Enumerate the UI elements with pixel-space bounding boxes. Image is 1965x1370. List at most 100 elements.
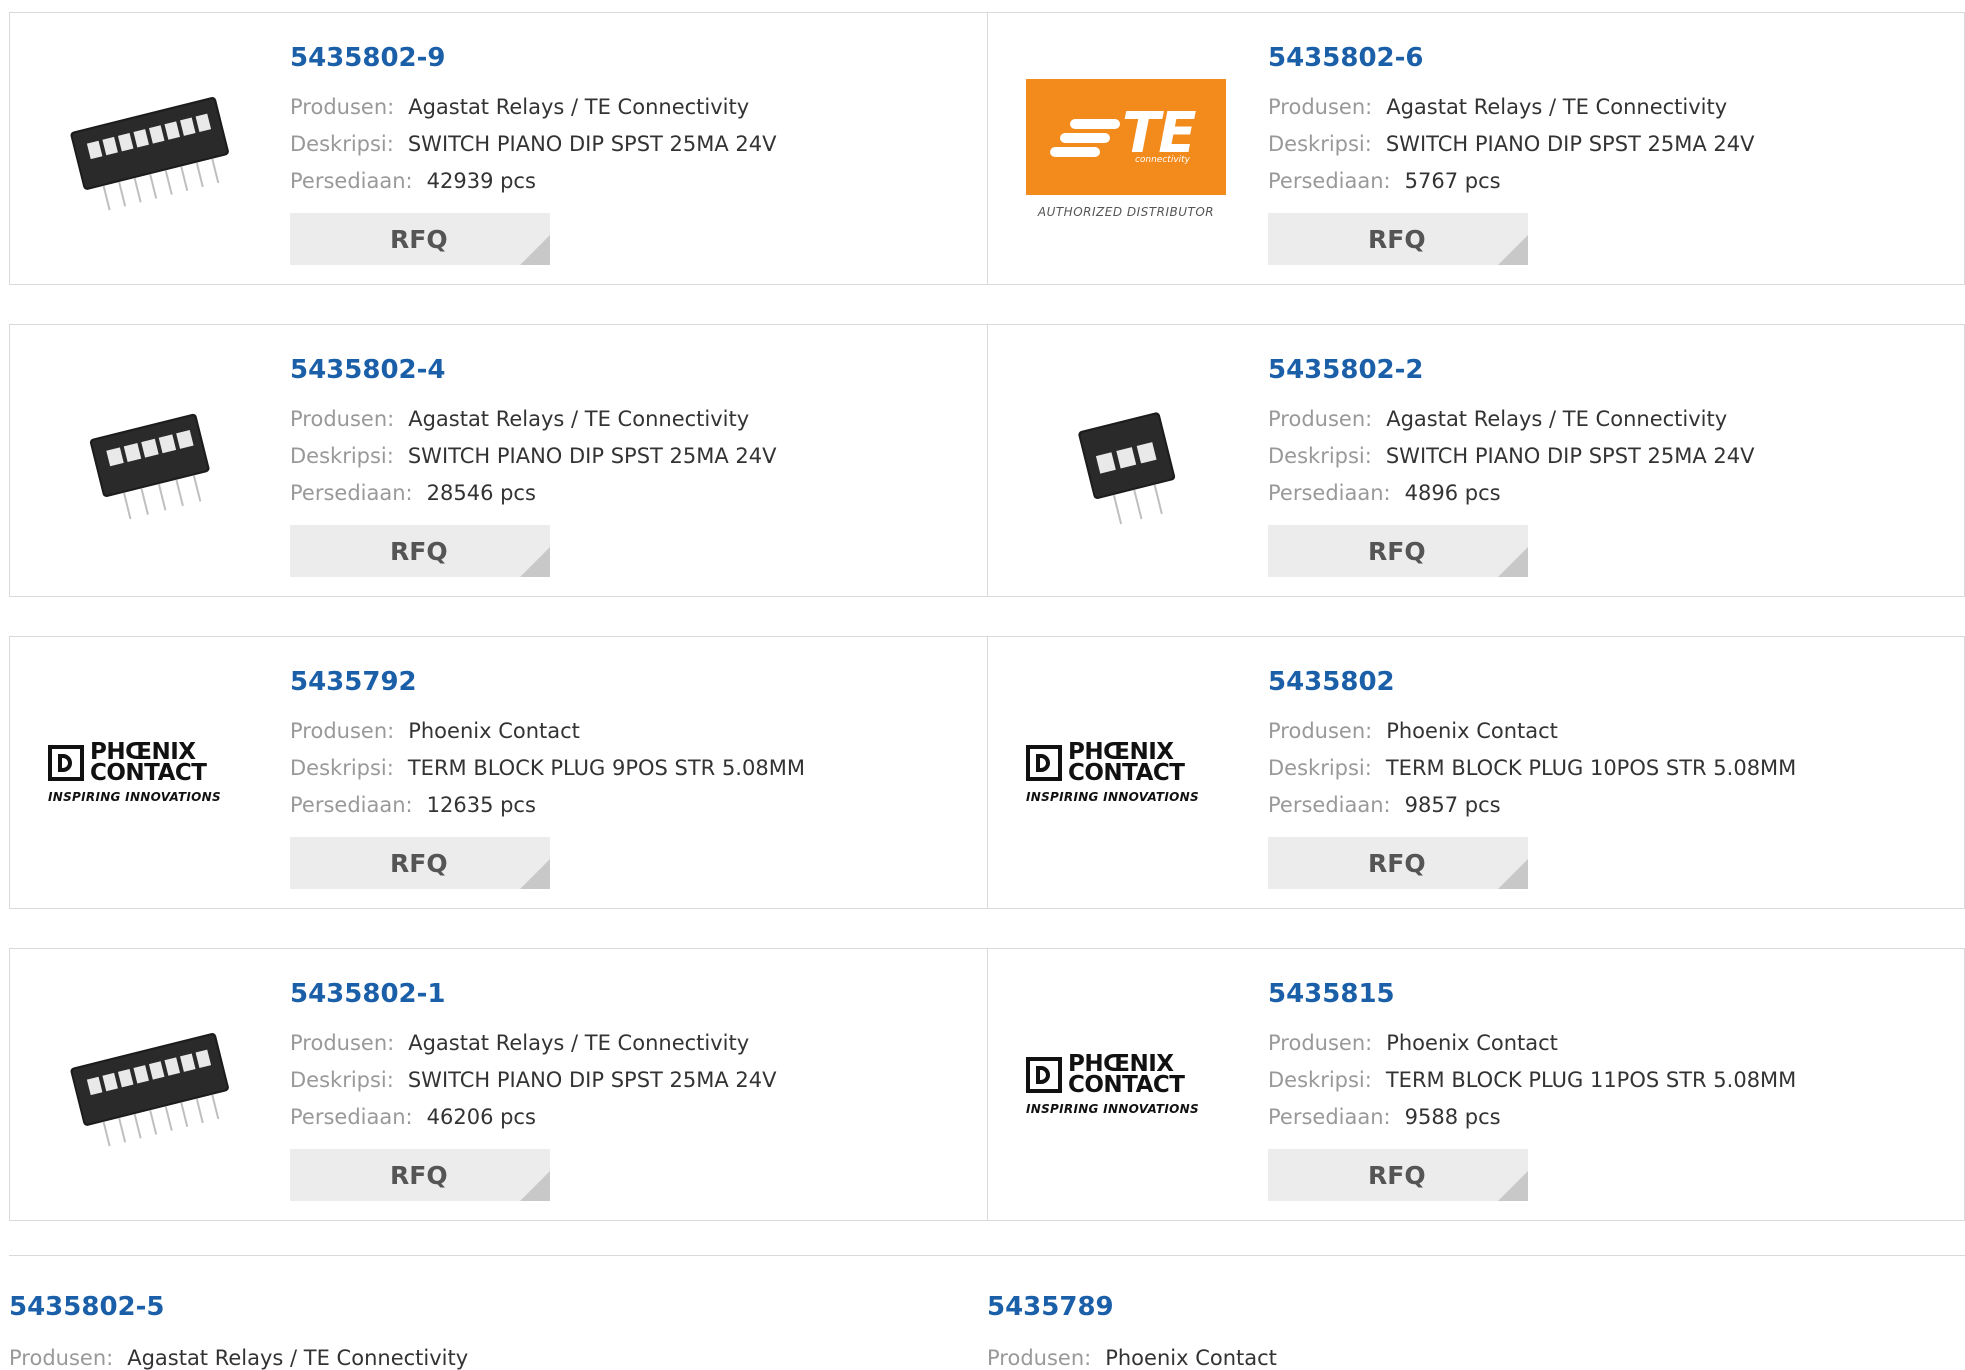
te-connectivity-logo: TE connectivity [1026,79,1226,195]
stock-label: Persediaan: [1268,1105,1391,1129]
product-card: 5435802-9 Produsen: Agastat Relays / TE C… [10,13,987,284]
rfq-button[interactable]: RFQ [290,1149,550,1201]
phoenix-contact-logo: PHŒNIX CONTACT INSPIRING INNOVATIONS [1026,739,1199,804]
manufacturer-label: Produsen: [290,407,395,431]
part-number-link[interactable]: 5435802-6 [1268,43,1424,73]
manufacturer-value: Agastat Relays / TE Connectivity [127,1346,469,1370]
description-value: TERM BLOCK PLUG 10POS STR 5.08MM [1385,756,1797,780]
manufacturer-value: Agastat Relays / TE Connectivity [408,407,750,431]
product-image-dip-switch[interactable] [48,381,248,541]
description-value: SWITCH PIANO DIP SPST 25MA 24V [407,132,777,156]
product-row: 5435802-4 Produsen: Agastat Relays / TE C… [9,324,1965,597]
description-value: SWITCH PIANO DIP SPST 25MA 24V [1385,444,1755,468]
description-value: SWITCH PIANO DIP SPST 25MA 24V [407,444,777,468]
manufacturer-label: Produsen: [9,1346,114,1370]
part-number-link[interactable]: 5435789 [987,1292,1114,1322]
authorized-distributor-caption: AUTHORIZED DISTRIBUTOR [1037,205,1215,219]
product-card: 5435802-1 Produsen: Agastat Relays / TE C… [10,949,987,1220]
description-label: Deskripsi: [290,756,394,780]
product-card: PHŒNIX CONTACT INSPIRING INNOVATIONS 5435… [987,637,1964,908]
phoenix-mark-icon [48,745,84,781]
manufacturer-label: Produsen: [1268,407,1373,431]
description-value: TERM BLOCK PLUG 11POS STR 5.08MM [1385,1068,1797,1092]
manufacturer-value: Agastat Relays / TE Connectivity [1386,407,1728,431]
manufacturer-value: Phoenix Contact [408,719,580,743]
stock-value: 46206 pcs [426,1105,536,1129]
manufacturer-value: Agastat Relays / TE Connectivity [408,1031,750,1055]
part-number-link[interactable]: 5435802-4 [290,355,446,385]
description-label: Deskripsi: [290,132,394,156]
rfq-button[interactable]: RFQ [1268,1149,1528,1201]
stock-label: Persediaan: [290,481,413,505]
phoenix-mark-icon [1026,1057,1062,1093]
rfq-button[interactable]: RFQ [1268,213,1528,265]
stock-value: 12635 pcs [426,793,536,817]
product-card: 5435789 Produsen: Phoenix Contact [987,1256,1965,1370]
phoenix-mark-icon [1026,745,1062,781]
part-number-link[interactable]: 5435802-5 [9,1292,165,1322]
stock-label: Persediaan: [1268,793,1391,817]
product-image-phoenix-logo[interactable]: PHŒNIX CONTACT INSPIRING INNOVATIONS [1026,1005,1226,1165]
stock-label: Persediaan: [290,1105,413,1129]
rfq-button[interactable]: RFQ [290,837,550,889]
rfq-button[interactable]: RFQ [1268,525,1528,577]
stock-value: 28546 pcs [426,481,536,505]
product-card: 5435802-5 Produsen: Agastat Relays / TE C… [9,1256,987,1370]
product-card: 5435802-2 Produsen: Agastat Relays / TE C… [987,325,1964,596]
manufacturer-label: Produsen: [1268,1031,1373,1055]
manufacturer-value: Phoenix Contact [1386,719,1558,743]
stock-label: Persediaan: [290,169,413,193]
product-row: 5435802-9 Produsen: Agastat Relays / TE C… [9,12,1965,285]
product-row: 5435802-1 Produsen: Agastat Relays / TE C… [9,948,1965,1221]
phoenix-contact-logo: PHŒNIX CONTACT INSPIRING INNOVATIONS [48,739,221,804]
part-number-link[interactable]: 5435802-9 [290,43,446,73]
manufacturer-label: Produsen: [290,719,395,743]
part-number-link[interactable]: 5435792 [290,667,417,697]
description-label: Deskripsi: [1268,132,1372,156]
product-row: PHŒNIX CONTACT INSPIRING INNOVATIONS 5435… [9,636,1965,909]
description-label: Deskripsi: [1268,444,1372,468]
stock-value: 9857 pcs [1404,793,1501,817]
rfq-button[interactable]: RFQ [290,213,550,265]
product-image-phoenix-logo[interactable]: PHŒNIX CONTACT INSPIRING INNOVATIONS [1026,693,1226,853]
product-image-te-logo[interactable]: TE connectivity AUTHORIZED DISTRIBUTOR [1026,69,1226,229]
description-label: Deskripsi: [290,1068,394,1092]
product-image-dip-switch[interactable] [48,69,248,229]
phoenix-contact-logo: PHŒNIX CONTACT INSPIRING INNOVATIONS [1026,1051,1199,1116]
description-label: Deskripsi: [1268,756,1372,780]
product-image-dip-switch[interactable] [1026,381,1226,541]
stock-value: 5767 pcs [1404,169,1501,193]
manufacturer-label: Produsen: [290,1031,395,1055]
manufacturer-label: Produsen: [1268,719,1373,743]
description-label: Deskripsi: [1268,1068,1372,1092]
manufacturer-label: Produsen: [1268,95,1373,119]
product-image-phoenix-logo[interactable]: PHŒNIX CONTACT INSPIRING INNOVATIONS [48,693,248,853]
description-label: Deskripsi: [290,444,394,468]
part-number-link[interactable]: 5435802 [1268,667,1395,697]
description-value: SWITCH PIANO DIP SPST 25MA 24V [1385,132,1755,156]
manufacturer-label: Produsen: [987,1346,1092,1370]
stock-value: 4896 pcs [1404,481,1501,505]
manufacturer-value: Phoenix Contact [1105,1346,1277,1370]
product-card: PHŒNIX CONTACT INSPIRING INNOVATIONS 5435… [987,949,1964,1220]
part-number-link[interactable]: 5435802-1 [290,979,446,1009]
product-row: 5435802-5 Produsen: Agastat Relays / TE C… [9,1255,1965,1370]
description-value: SWITCH PIANO DIP SPST 25MA 24V [407,1068,777,1092]
stock-label: Persediaan: [1268,481,1391,505]
stock-value: 9588 pcs [1404,1105,1501,1129]
part-number-link[interactable]: 5435815 [1268,979,1395,1009]
rfq-button[interactable]: RFQ [290,525,550,577]
part-number-link[interactable]: 5435802-2 [1268,355,1424,385]
stock-label: Persediaan: [1268,169,1391,193]
rfq-button[interactable]: RFQ [1268,837,1528,889]
product-card: PHŒNIX CONTACT INSPIRING INNOVATIONS 5435… [10,637,987,908]
manufacturer-value: Agastat Relays / TE Connectivity [408,95,750,119]
product-card: TE connectivity AUTHORIZED DISTRIBUTOR 5… [987,13,1964,284]
manufacturer-value: Agastat Relays / TE Connectivity [1386,95,1728,119]
description-value: TERM BLOCK PLUG 9POS STR 5.08MM [407,756,805,780]
product-image-dip-switch[interactable] [48,1005,248,1165]
manufacturer-value: Phoenix Contact [1386,1031,1558,1055]
stock-label: Persediaan: [290,793,413,817]
stock-value: 42939 pcs [426,169,536,193]
product-card: 5435802-4 Produsen: Agastat Relays / TE C… [10,325,987,596]
